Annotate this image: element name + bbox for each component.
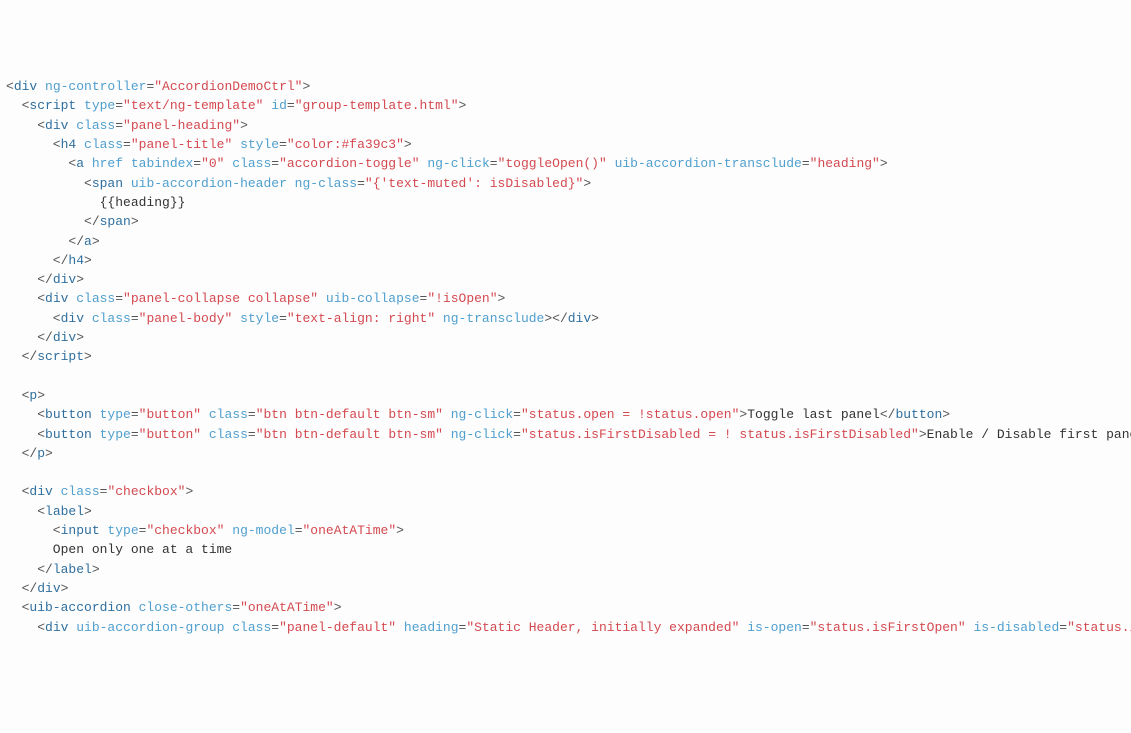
code-line: </span>	[6, 214, 139, 229]
code-line: </h4>	[6, 253, 92, 268]
code-line: <input type="checkbox" ng-model="oneAtAT…	[6, 523, 404, 538]
code-line: <uib-accordion close-others="oneAtATime"…	[6, 600, 342, 615]
code-line: <div ng-controller="AccordionDemoCtrl">	[6, 79, 310, 94]
code-line: <button type="button" class="btn btn-def…	[6, 427, 1131, 442]
code-line: </p>	[6, 446, 53, 461]
code-line: <div uib-accordion-group class="panel-de…	[6, 620, 1131, 635]
code-line: <p>	[6, 388, 45, 403]
code-line: <div class="panel-collapse collapse" uib…	[6, 291, 505, 306]
code-line: <button type="button" class="btn btn-def…	[6, 407, 950, 422]
code-line: </div>	[6, 272, 84, 287]
code-line: <div class="checkbox">	[6, 484, 193, 499]
code-block: <div ng-controller="AccordionDemoCtrl"> …	[0, 77, 1131, 637]
code-line: {{heading}}	[6, 195, 185, 210]
code-line: <div class="panel-body" style="text-alig…	[6, 311, 599, 326]
code-line: </a>	[6, 234, 100, 249]
code-line: <label>	[6, 504, 92, 519]
code-line: </script>	[6, 349, 92, 364]
code-line: <a href tabindex="0" class="accordion-to…	[6, 156, 888, 171]
code-line: <div class="panel-heading">	[6, 118, 248, 133]
code-line: </div>	[6, 581, 68, 596]
code-line: Open only one at a time	[6, 542, 232, 557]
code-line: <span uib-accordion-header ng-class="{'t…	[6, 176, 591, 191]
code-line: </div>	[6, 330, 84, 345]
code-line: <script type="text/ng-template" id="grou…	[6, 98, 466, 113]
code-line: </label>	[6, 562, 100, 577]
code-line: <h4 class="panel-title" style="color:#fa…	[6, 137, 412, 152]
